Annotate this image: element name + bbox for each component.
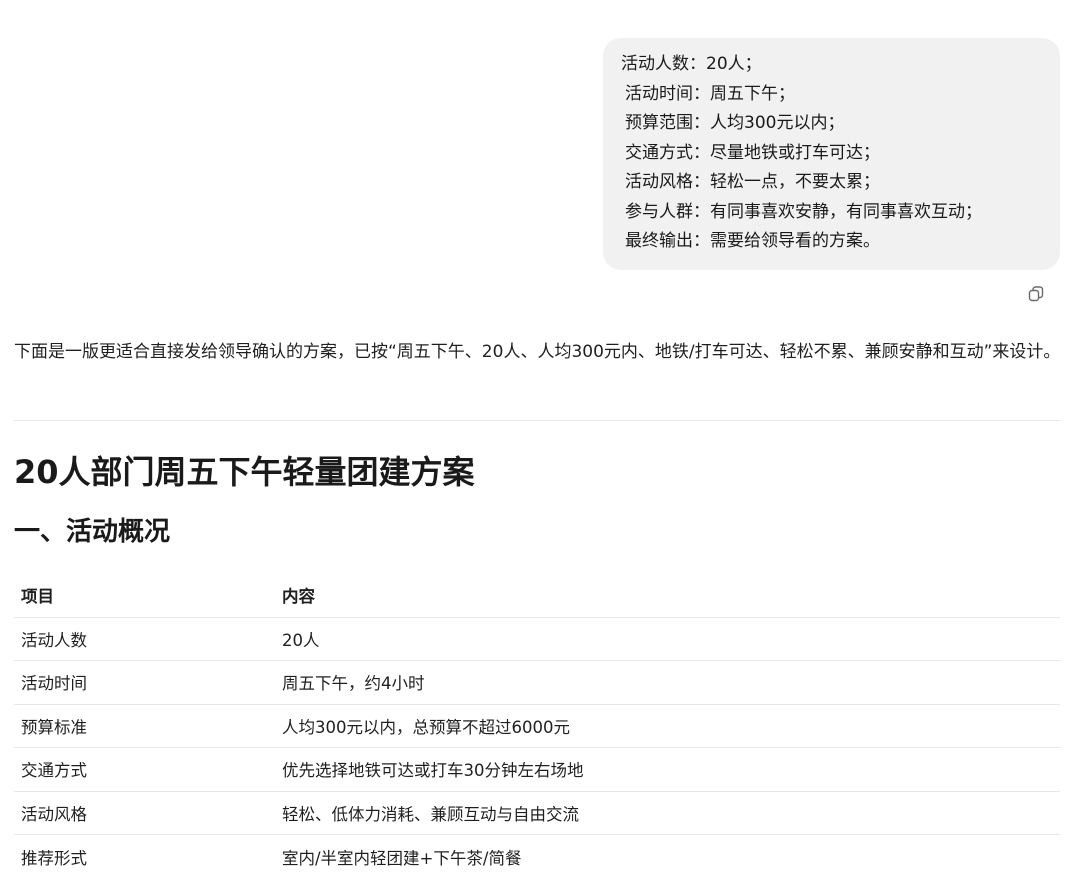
table-cell-content: 轻松、低体力消耗、兼顾互动与自由交流 bbox=[282, 804, 579, 824]
table-cell-item: 推荐形式 bbox=[21, 848, 87, 868]
table-row: 推荐形式 室内/半室内轻团建+下午茶/简餐 bbox=[14, 835, 1060, 879]
overview-table: 项目 内容 活动人数 20人 活动时间 周五下午，约4小时 预算标准 人均300… bbox=[14, 574, 1060, 879]
table-cell-content: 人均300元以内，总预算不超过6000元 bbox=[282, 717, 570, 737]
user-message-line: 最终输出：需要给领导看的方案。 bbox=[625, 231, 880, 251]
table-cell-item: 活动风格 bbox=[21, 804, 87, 824]
table-row: 活动人数 20人 bbox=[14, 618, 1060, 661]
table-cell-content: 优先选择地铁可达或打车30分钟左右场地 bbox=[282, 761, 584, 781]
section-divider bbox=[14, 420, 1060, 421]
user-message-line: 活动风格：轻松一点，不要太累； bbox=[625, 172, 880, 192]
table-header-item: 项目 bbox=[21, 587, 54, 607]
table-row: 活动风格 轻松、低体力消耗、兼顾互动与自由交流 bbox=[14, 792, 1060, 835]
user-message-line: 交通方式：尽量地铁或打车可达； bbox=[625, 142, 880, 163]
table-cell-content: 20人 bbox=[282, 630, 320, 650]
assistant-intro-text: 下面是一版更适合直接发给领导确认的方案，已按“周五下午、20人、人均300元内、… bbox=[14, 342, 1061, 362]
table-row: 交通方式 优先选择地铁可达或打车30分钟左右场地 bbox=[14, 748, 1060, 792]
table-header-row: 项目 内容 bbox=[14, 574, 1060, 618]
copy-icon bbox=[1028, 286, 1044, 302]
user-message-bubble: 活动人数：20人； 活动时间：周五下午； 预算范围：人均300元以内； 交通方式… bbox=[603, 38, 1060, 270]
table-row: 活动时间 周五下午，约4小时 bbox=[14, 661, 1060, 705]
table-cell-item: 交通方式 bbox=[21, 761, 87, 781]
section-title: 一、活动概况 bbox=[14, 517, 171, 547]
table-header-content: 内容 bbox=[282, 587, 315, 607]
table-cell-content: 室内/半室内轻团建+下午茶/简餐 bbox=[282, 848, 522, 868]
table-row: 预算标准 人均300元以内，总预算不超过6000元 bbox=[14, 705, 1060, 748]
table-cell-item: 活动人数 bbox=[21, 630, 87, 650]
document-title: 20人部门周五下午轻量团建方案 bbox=[14, 453, 475, 491]
table-cell-item: 活动时间 bbox=[21, 674, 87, 694]
user-message-line: 活动时间：周五下午； bbox=[625, 83, 795, 104]
copy-message-button[interactable] bbox=[1026, 284, 1046, 304]
table-cell-item: 预算标准 bbox=[21, 717, 87, 737]
user-message-line: 活动人数：20人； bbox=[621, 54, 762, 74]
user-message-line: 参与人群：有同事喜欢安静，有同事喜欢互动； bbox=[625, 201, 982, 222]
user-message-line: 预算范围：人均300元以内； bbox=[625, 113, 845, 133]
table-cell-content: 周五下午，约4小时 bbox=[282, 674, 425, 694]
